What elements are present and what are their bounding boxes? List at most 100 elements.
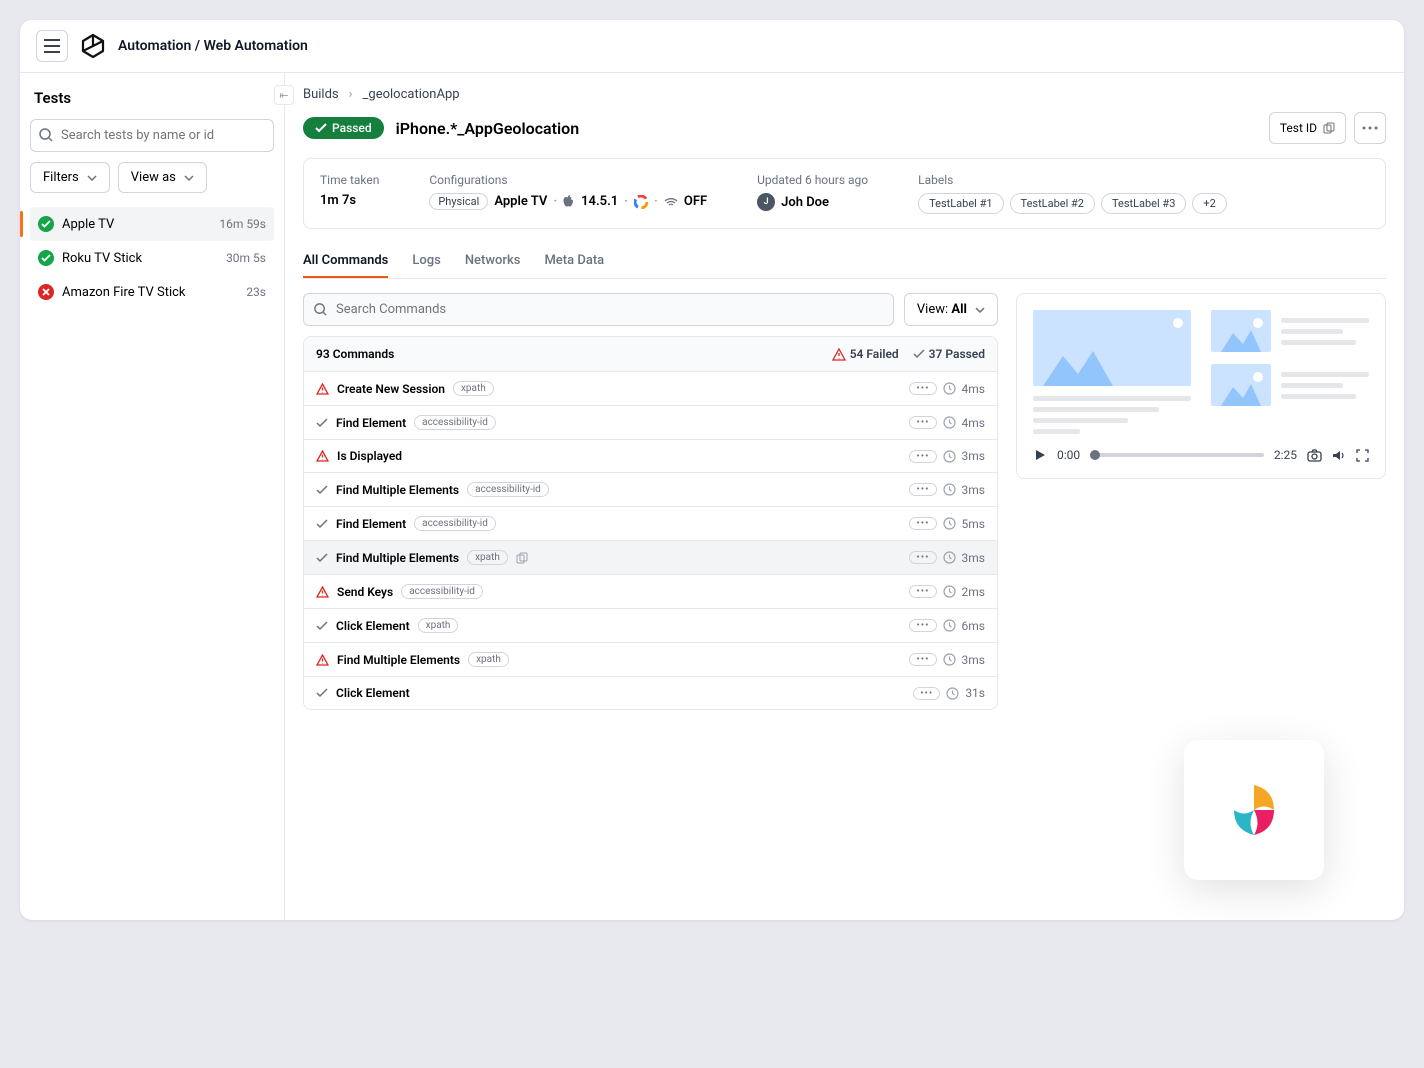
command-row[interactable]: Is Displayed•••3ms [304,439,997,472]
tab-logs[interactable]: Logs [412,245,440,278]
content-panel: Builds › _geolocationApp Passed iPhone.*… [285,73,1404,920]
command-name: Click Element [336,619,410,633]
status-badge: Passed [303,117,384,139]
command-name: Send Keys [337,585,393,599]
search-icon [38,127,54,143]
command-row[interactable]: Find Multiple Elementsaccessibility-id••… [304,472,997,506]
copy-icon[interactable] [516,552,528,564]
more-options-button[interactable] [1354,112,1386,144]
command-row[interactable]: Find Elementaccessibility-id•••4ms [304,405,997,439]
command-row[interactable]: Click Element•••31s [304,676,997,709]
test-info-card: Time taken 1m 7s Configurations Physical… [303,158,1386,229]
camera-icon[interactable] [1307,449,1322,462]
command-time: 2ms [962,585,985,599]
commands-search-input[interactable] [303,293,894,326]
menu-button[interactable] [36,30,68,62]
tab-all-commands[interactable]: All Commands [303,245,388,278]
command-name: Find Multiple Elements [336,483,459,497]
command-row[interactable]: Create New Sessionxpath•••4ms [304,371,997,405]
avatar-icon: J [757,193,775,211]
commands-view-filter[interactable]: View: All [904,293,998,326]
updated-label: Updated 6 hours ago [757,173,868,187]
volume-icon[interactable] [1332,449,1346,462]
more-chip[interactable]: ••• [909,551,936,564]
fullscreen-icon[interactable] [1356,449,1369,462]
command-name: Is Displayed [337,449,402,463]
command-row[interactable]: Find Multiple Elementsxpath•••3ms [304,540,997,574]
sidebar-test-item[interactable]: Apple TV16m 59s [30,207,274,241]
test-time: 30m 5s [226,251,266,265]
check-icon [316,688,328,698]
tests-sidebar: ⇤ Tests Filters View as Apple TV16m 59sR… [20,73,285,920]
check-icon [38,216,54,232]
command-name: Find Element [336,416,406,430]
test-name: Amazon Fire TV Stick [62,285,186,300]
check-icon [315,123,327,133]
play-icon[interactable] [1033,448,1047,462]
labels-more[interactable]: +2 [1192,193,1226,214]
test-id-button[interactable]: Test ID [1269,112,1346,144]
test-title: iPhone.*_AppGeolocation [396,119,580,138]
view-as-button[interactable]: View as [118,162,207,193]
more-chip[interactable]: ••• [909,483,936,496]
command-time: 3ms [962,483,985,497]
breadcrumb: Builds › _geolocationApp [303,87,1386,102]
command-row[interactable]: Find Elementaccessibility-id•••5ms [304,506,997,540]
more-chip[interactable]: ••• [909,416,936,429]
more-chip[interactable]: ••• [909,653,936,666]
video-time-start: 0:00 [1057,448,1080,462]
breadcrumb-builds[interactable]: Builds [303,87,339,102]
video-progress-bar[interactable] [1090,453,1264,457]
label-chip[interactable]: TestLabel #3 [1101,193,1186,214]
command-name: Find Multiple Elements [337,653,460,667]
command-row[interactable]: Find Multiple Elementsxpath•••3ms [304,642,997,676]
command-row[interactable]: Click Elementxpath•••6ms [304,608,997,642]
locator-chip: xpath [418,618,459,633]
chevron-down-icon [87,175,97,181]
color-circle-icon [634,195,648,209]
video-panel: 0:00 2:25 [1016,293,1386,479]
test-name: Roku TV Stick [62,251,142,266]
test-time: 23s [246,285,266,299]
more-horizontal-icon [1362,126,1378,130]
topbar: Automation / Web Automation [20,20,1404,73]
screenshot-large [1033,310,1191,434]
sidebar-title: Tests [30,89,274,107]
sidebar-test-item[interactable]: Roku TV Stick 30m 5s [30,241,274,275]
command-row[interactable]: Send Keysaccessibility-id•••2ms [304,574,997,608]
tests-search-input[interactable] [30,119,274,152]
clock-icon [943,551,956,564]
more-chip[interactable]: ••• [913,687,940,700]
check-icon [316,519,328,529]
more-chip[interactable]: ••• [909,585,936,598]
warning-icon [316,586,329,598]
app-logo-icon [80,33,106,59]
more-chip[interactable]: ••• [909,450,936,463]
updated-user: JJoh Doe [757,193,868,211]
warning-icon [316,654,329,666]
time-taken-label: Time taken [320,173,379,187]
screenshot-small [1211,310,1369,352]
label-chip[interactable]: TestLabel #1 [918,193,1003,214]
clock-icon [943,653,956,666]
locator-chip: accessibility-id [414,516,496,531]
tab-networks[interactable]: Networks [465,245,521,278]
more-chip[interactable]: ••• [909,382,936,395]
clock-icon [943,416,956,429]
passed-count: 37 Passed [913,347,985,361]
filters-button[interactable]: Filters [30,162,110,193]
clock-icon [943,517,956,530]
chevron-right-icon: › [349,87,353,102]
command-time: 4ms [962,382,985,396]
tab-meta-data[interactable]: Meta Data [544,245,604,278]
more-chip[interactable]: ••• [909,619,936,632]
check-icon [316,485,328,495]
wifi-icon [664,197,678,207]
apple-icon [563,195,575,209]
floating-app-icon [1184,740,1324,880]
breadcrumb-app[interactable]: _geolocationApp [363,87,460,102]
label-chip[interactable]: TestLabel #2 [1010,193,1095,214]
sidebar-test-item[interactable]: Amazon Fire TV Stick 23s [30,275,274,309]
more-chip[interactable]: ••• [909,517,936,530]
warning-icon [316,383,329,395]
